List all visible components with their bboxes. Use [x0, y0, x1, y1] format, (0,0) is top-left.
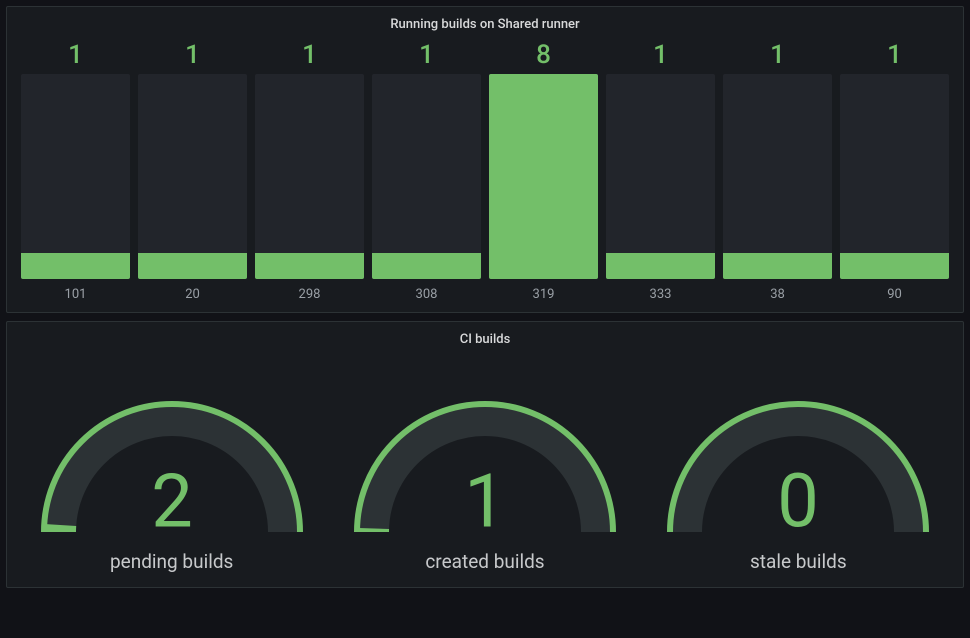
bar-cell[interactable]: 1 298: [255, 42, 364, 302]
gauges-row: 2 pending builds 1 created builds 0 stal…: [13, 357, 957, 581]
bar-outer: [840, 74, 949, 279]
gauge-label: stale builds: [750, 550, 847, 573]
bar-label: 298: [299, 287, 321, 302]
gauge-arc: 0: [658, 367, 938, 542]
bar-outer: [606, 74, 715, 279]
bar-outer: [372, 74, 481, 279]
bar-fill: [255, 253, 364, 279]
gauge-arc: 1: [345, 367, 625, 542]
bar-cell[interactable]: 1 20: [138, 42, 247, 302]
bar-fill: [489, 74, 598, 279]
bar-cell[interactable]: 1 38: [723, 42, 832, 302]
bar-value: 1: [68, 42, 83, 68]
bar-cell[interactable]: 8 319: [489, 42, 598, 302]
bar-cell[interactable]: 1 333: [606, 42, 715, 302]
bar-fill: [723, 253, 832, 279]
gauge-value: 0: [778, 459, 820, 542]
gauge-value: 2: [151, 459, 193, 542]
running-builds-title: Running builds on Shared runner: [13, 13, 957, 42]
gauge-label: pending builds: [110, 550, 233, 573]
gauge-created[interactable]: 1 created builds: [334, 367, 635, 573]
bar-outer: [138, 74, 247, 279]
bar-value: 1: [419, 42, 434, 68]
bar-label: 308: [416, 287, 438, 302]
gauge-arc: 2: [32, 367, 312, 542]
bar-label: 20: [185, 287, 200, 302]
bar-value: 1: [302, 42, 317, 68]
bar-label: 90: [887, 287, 902, 302]
bar-fill: [840, 253, 949, 279]
bar-fill: [606, 253, 715, 279]
bar-value: 1: [653, 42, 668, 68]
bar-cell[interactable]: 1 101: [21, 42, 130, 302]
bar-label: 333: [650, 287, 672, 302]
bar-label: 101: [65, 287, 87, 302]
bar-outer: [489, 74, 598, 279]
bar-value: 1: [770, 42, 785, 68]
bar-fill: [138, 253, 247, 279]
bar-outer: [21, 74, 130, 279]
bars-row: 1 101 1 20 1 298 1 308: [13, 42, 957, 306]
bar-fill: [372, 253, 481, 279]
bar-value: 1: [887, 42, 902, 68]
ci-builds-panel: CI builds 2 pending builds 1 created bui…: [6, 321, 964, 588]
running-builds-panel: Running builds on Shared runner 1 101 1 …: [6, 6, 964, 313]
bar-label: 319: [533, 287, 555, 302]
bar-fill: [21, 253, 130, 279]
bar-cell[interactable]: 1 90: [840, 42, 949, 302]
bar-cell[interactable]: 1 308: [372, 42, 481, 302]
gauge-label: created builds: [425, 550, 544, 573]
gauge-pending[interactable]: 2 pending builds: [21, 367, 322, 573]
bar-label: 38: [770, 287, 785, 302]
gauge-stale[interactable]: 0 stale builds: [648, 367, 949, 573]
ci-builds-title: CI builds: [13, 328, 957, 357]
gauge-value: 1: [464, 459, 506, 542]
bar-value: 8: [536, 42, 551, 68]
bar-outer: [723, 74, 832, 279]
bar-outer: [255, 74, 364, 279]
bar-value: 1: [185, 42, 200, 68]
